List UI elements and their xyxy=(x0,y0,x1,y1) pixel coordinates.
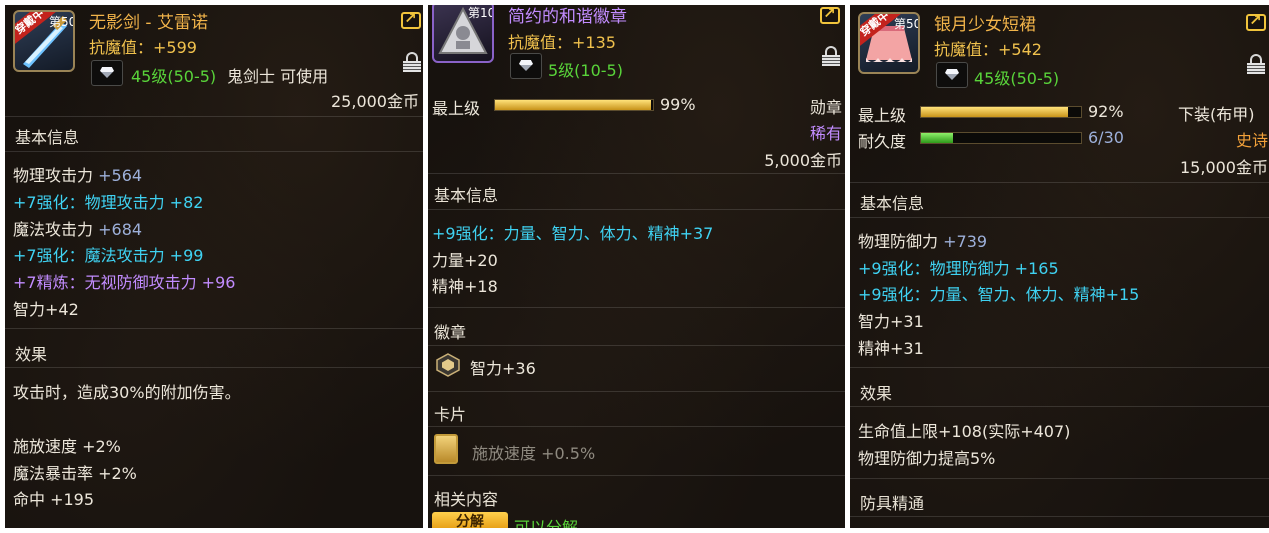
divider xyxy=(5,367,423,368)
divider xyxy=(5,151,423,152)
divider xyxy=(428,391,845,392)
armor-mastery-title: 防具精通 xyxy=(860,494,925,513)
stat-line: +9强化：力量、智力、体力、精神+37 xyxy=(432,224,714,243)
level-requirement: 45级(50-5) xyxy=(974,69,1060,88)
resist-value: 抗魔值：+542 xyxy=(934,40,1042,59)
card-text: 施放速度 +0.5% xyxy=(472,444,596,463)
effect-text: 攻击时，造成30%的附加伤害。 xyxy=(13,383,241,402)
divider xyxy=(428,426,845,427)
divider xyxy=(428,475,845,476)
effect-text: 生命值上限+108(实际+407) xyxy=(858,422,1071,441)
stat-line: +9强化：力量、智力、体力、精神+15 xyxy=(858,285,1140,304)
item-type: 下装(布甲) xyxy=(1178,105,1255,124)
extra-stat: 魔法暴击率 +2% xyxy=(13,464,137,483)
emblem-text: 智力+36 xyxy=(470,359,536,378)
diamond-icon xyxy=(936,62,968,88)
share-icon[interactable] xyxy=(1246,11,1266,31)
lock-icon[interactable] xyxy=(822,46,840,66)
effect-text: 物理防御力提高5% xyxy=(858,449,996,468)
stat-line: 物理防御力 +739 xyxy=(858,232,988,251)
divider xyxy=(850,217,1269,218)
share-icon[interactable] xyxy=(820,5,840,24)
level-requirement: 5级(10-5) xyxy=(548,61,623,80)
durability-label: 耐久度 xyxy=(858,132,907,151)
durability-value: 6/30 xyxy=(1088,128,1124,147)
grade-bar-fill xyxy=(921,107,1069,117)
divider xyxy=(850,182,1269,183)
item-tooltip-panel-2: 第10 简约的和谐徽章 抗魔值：+135 5级(10-5) 最上级 99% 勋章… xyxy=(428,5,845,528)
class-requirement: 鬼剑士 可使用 xyxy=(227,67,329,86)
divider xyxy=(428,345,845,346)
item-price: 25,000金币 xyxy=(331,92,419,111)
item-name: 无影剑 - 艾雷诺 xyxy=(89,13,208,33)
item-tooltip-panel-1: 穿戴中 第50 无影剑 - 艾雷诺 抗魔值：+599 45级(50-5) 鬼剑士… xyxy=(5,5,423,528)
divider xyxy=(5,116,423,117)
grade-bar xyxy=(920,106,1082,118)
item-rarity: 稀有 xyxy=(809,124,842,143)
grade-percent: 92% xyxy=(1088,102,1124,121)
level-requirement: 45级(50-5) xyxy=(131,67,217,86)
stat-line: +7强化：魔法攻击力 +99 xyxy=(13,246,204,265)
stat-line: 智力+31 xyxy=(858,312,924,331)
durability-bar xyxy=(920,132,1082,144)
divider xyxy=(850,516,1269,517)
item-name: 简约的和谐徽章 xyxy=(508,7,627,27)
stat-line: 精神+31 xyxy=(858,339,924,358)
share-icon[interactable] xyxy=(401,9,421,29)
card-icon xyxy=(434,434,458,464)
divider xyxy=(850,406,1269,407)
related-text: 可以分解 xyxy=(514,518,579,528)
item-name: 银月少女短裙 xyxy=(934,15,1036,35)
divider xyxy=(428,307,845,308)
divider xyxy=(850,367,1269,368)
related-title: 相关内容 xyxy=(434,490,499,509)
level-badge: 第50 xyxy=(894,17,920,31)
item-rarity: 史诗 xyxy=(1236,131,1269,150)
divider xyxy=(850,478,1269,479)
skirt-item-icon: 穿戴中 第50 xyxy=(858,12,920,74)
emblem-slot-icon xyxy=(436,353,460,377)
resist-value: 抗魔值：+135 xyxy=(508,33,616,52)
item-tooltip-panel-3: 穿戴中 第50 银月少女短裙 抗魔值：+542 45级(50-5) 最上级 92… xyxy=(850,5,1269,528)
lock-icon[interactable] xyxy=(1247,54,1265,74)
lock-icon[interactable] xyxy=(403,52,421,72)
stat-line: 力量+20 xyxy=(432,251,498,270)
stat-line: 物理攻击力 +564 xyxy=(13,166,143,185)
divider xyxy=(428,173,845,174)
level-badge: 第50 xyxy=(49,15,75,29)
stat-line: +7强化：物理攻击力 +82 xyxy=(13,193,204,212)
grade-label: 最上级 xyxy=(432,99,481,118)
resist-value: 抗魔值：+599 xyxy=(89,38,197,57)
basic-info-title: 基本信息 xyxy=(860,194,925,213)
basic-info-title: 基本信息 xyxy=(434,186,499,205)
grade-label: 最上级 xyxy=(858,106,907,125)
durability-bar-fill xyxy=(921,133,953,143)
grade-percent: 99% xyxy=(660,95,696,114)
extra-stat: 命中 +195 xyxy=(13,490,95,509)
extra-stat: 施放速度 +2% xyxy=(13,437,121,456)
grade-bar xyxy=(494,99,654,111)
stat-line: +7精炼：无视防御攻击力 +96 xyxy=(13,273,236,292)
item-price: 15,000金币 xyxy=(1180,158,1268,177)
level-badge: 第10 xyxy=(468,6,494,20)
basic-info-title: 基本信息 xyxy=(15,128,80,147)
diamond-icon xyxy=(510,53,542,79)
divider xyxy=(428,209,845,210)
sword-item-icon: 穿戴中 第50 xyxy=(13,10,75,72)
stat-line: +9强化：物理防御力 +165 xyxy=(858,259,1059,278)
effect-title: 效果 xyxy=(15,345,48,364)
stat-line: 精神+18 xyxy=(432,277,498,296)
divider xyxy=(5,328,423,329)
grade-bar-fill xyxy=(495,100,652,110)
diamond-icon xyxy=(91,60,123,86)
emblem-item-icon: 第10 xyxy=(432,5,494,63)
card-title: 卡片 xyxy=(434,405,467,424)
effect-title: 效果 xyxy=(860,384,893,403)
item-type: 勋章 xyxy=(809,98,842,117)
stat-line: 魔法攻击力 +684 xyxy=(13,220,143,239)
disassemble-button[interactable]: 分解 xyxy=(432,512,508,528)
stat-line: 智力+42 xyxy=(13,300,79,319)
item-price: 5,000金币 xyxy=(764,151,842,170)
emblem-title: 徽章 xyxy=(434,323,467,342)
